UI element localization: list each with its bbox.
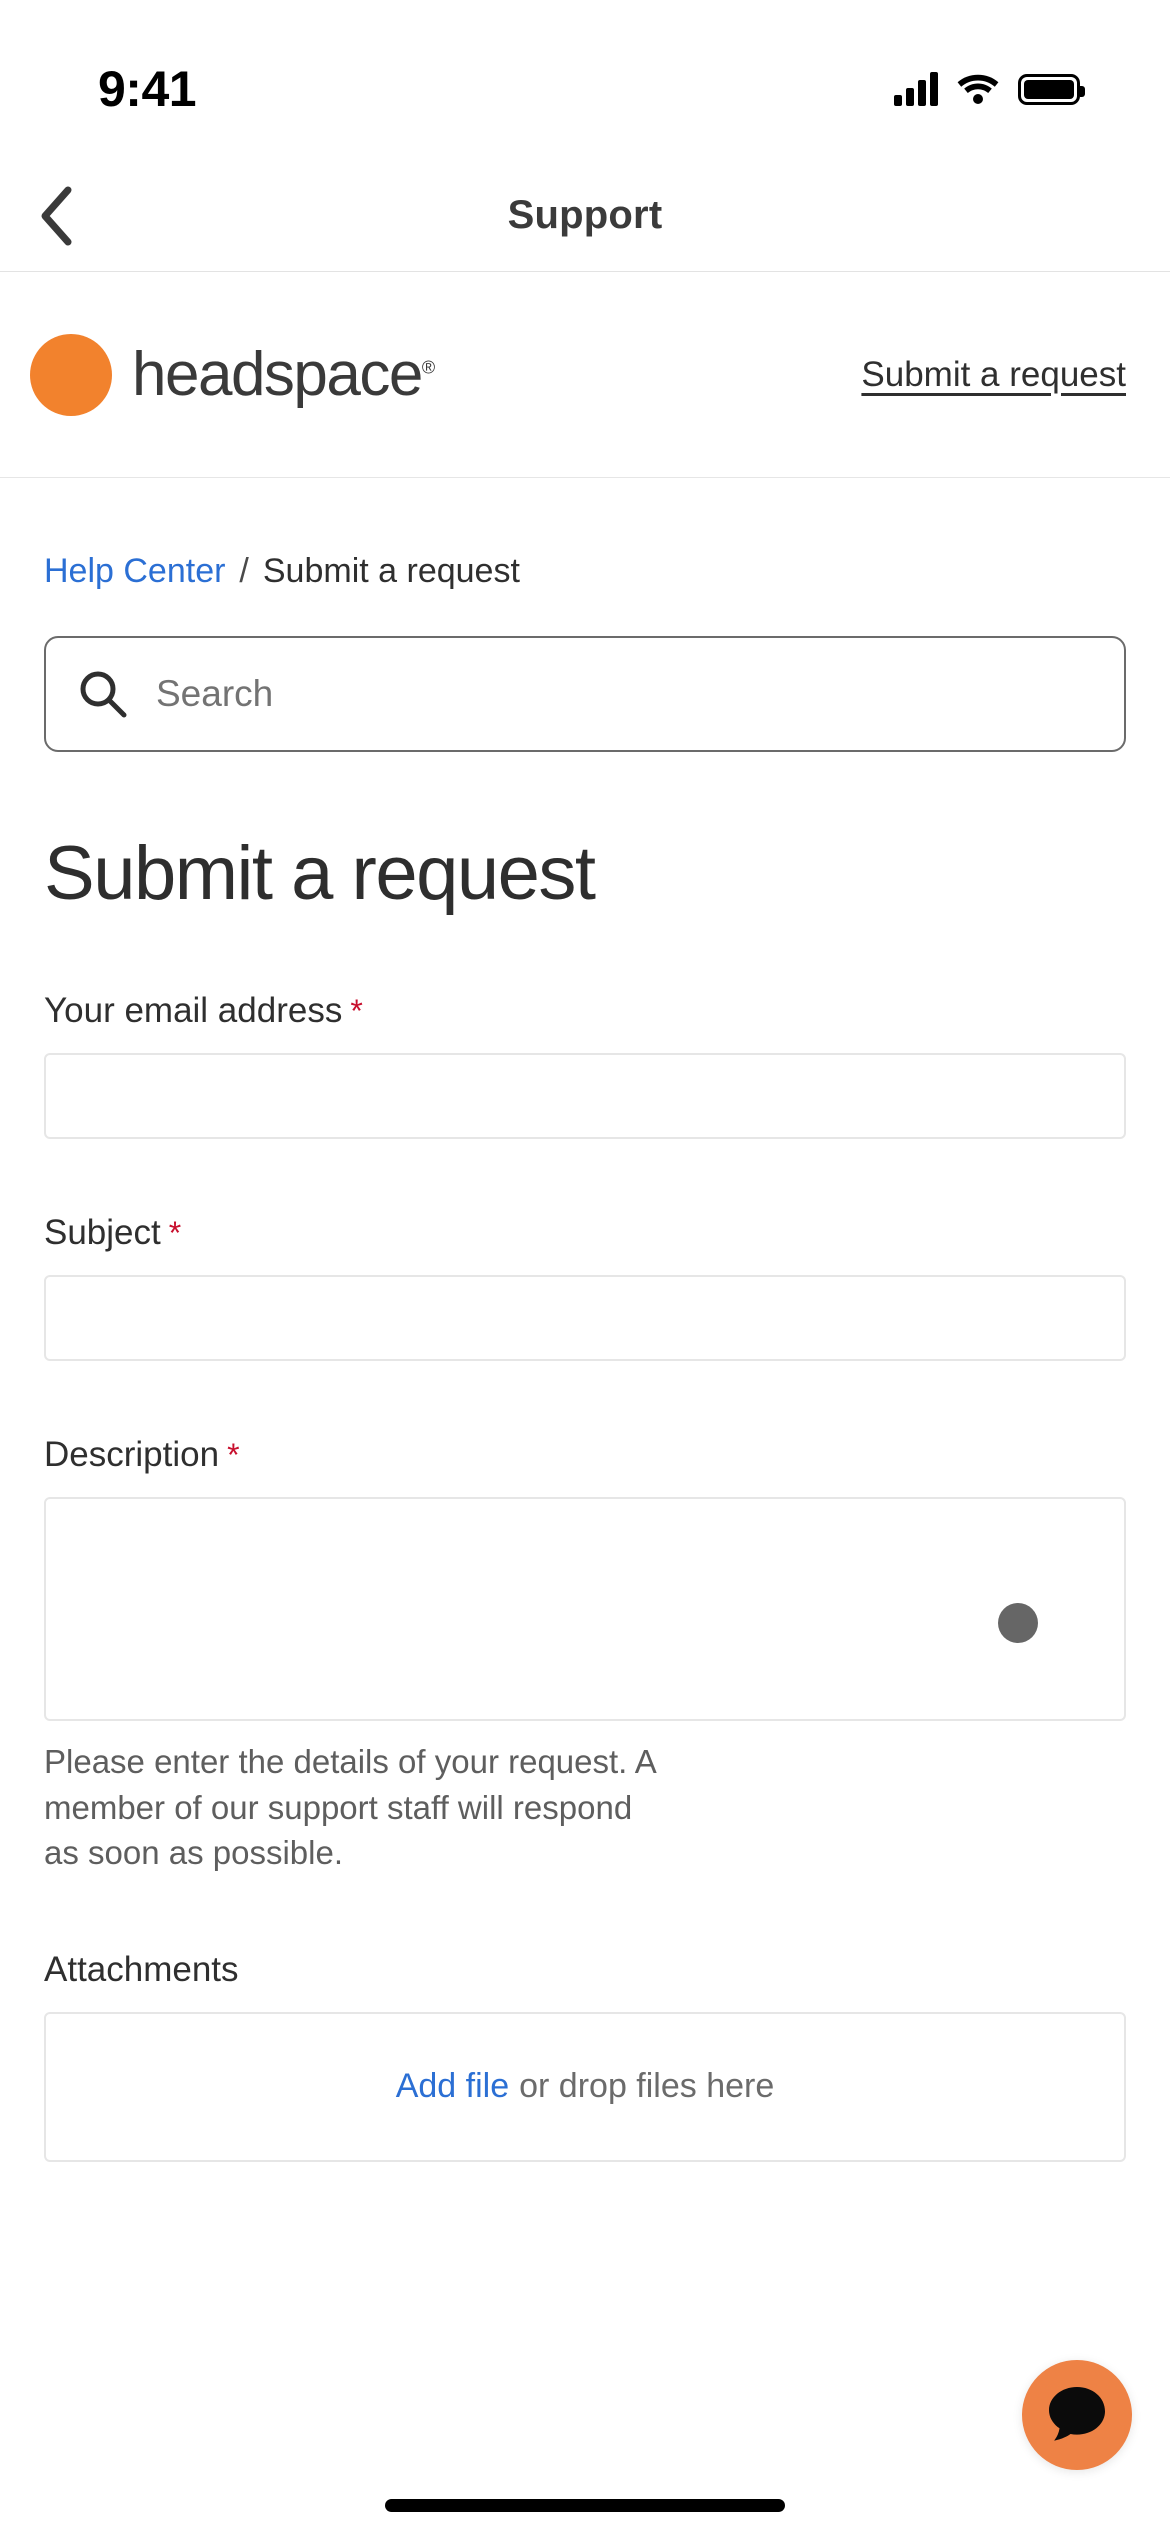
- add-file-link[interactable]: Add file: [396, 2067, 509, 2106]
- required-marker: *: [168, 1215, 182, 1251]
- status-time: 9:41: [98, 61, 197, 117]
- field-label-attachments-text: Attachments: [44, 1949, 239, 1989]
- resize-handle-icon[interactable]: [998, 1603, 1038, 1643]
- breadcrumb-separator: /: [239, 552, 249, 590]
- breadcrumb-current: Submit a request: [262, 552, 520, 590]
- field-description: Description * Please enter the details o…: [44, 1435, 1126, 1876]
- status-indicators: [894, 72, 1085, 106]
- search-input[interactable]: Search: [44, 636, 1126, 752]
- brand-wordmark-text: headspace: [132, 340, 423, 409]
- search-placeholder: Search: [156, 673, 274, 714]
- status-bar: 9:41: [0, 0, 1170, 160]
- page-title: Submit a request: [44, 831, 596, 916]
- field-attachments: Attachments Add file or drop files here: [44, 1950, 1126, 2162]
- brand-header: headspace® Submit a request: [0, 272, 1170, 478]
- brand-logo[interactable]: headspace®: [30, 333, 435, 416]
- home-indicator: [385, 2499, 785, 2512]
- email-field[interactable]: [44, 1053, 1126, 1139]
- field-label-description: Description *: [44, 1435, 1126, 1475]
- main-content: Help Center / Submit a request Search Su…: [0, 478, 1170, 2162]
- signal-bars-icon: [894, 72, 938, 106]
- chat-widget-button[interactable]: [1022, 2360, 1132, 2470]
- field-label-subject-text: Subject: [44, 1213, 161, 1252]
- battery-icon: [1018, 73, 1085, 105]
- wifi-icon: [957, 74, 999, 104]
- required-marker: *: [227, 1437, 240, 1473]
- navigation-bar: Support: [0, 160, 1170, 272]
- drop-files-hint: or drop files here: [519, 2067, 775, 2106]
- description-helper-text: Please enter the details of your request…: [44, 1743, 655, 1872]
- headspace-logo-icon: [30, 333, 112, 416]
- back-button[interactable]: [22, 180, 94, 252]
- field-label-subject: Subject *: [44, 1213, 1126, 1253]
- field-subject: Subject *: [44, 1213, 1126, 1361]
- field-email: Your email address *: [44, 991, 1126, 1139]
- back-chevron-icon: [41, 186, 72, 245]
- subject-field[interactable]: [44, 1275, 1126, 1361]
- description-field[interactable]: [44, 1497, 1126, 1721]
- field-label-attachments: Attachments: [44, 1950, 1126, 1990]
- breadcrumb-help-center[interactable]: Help Center: [44, 552, 225, 591]
- field-label-email-text: Your email address: [44, 991, 343, 1030]
- required-marker: *: [350, 993, 363, 1029]
- submit-request-header-link[interactable]: Submit a request: [861, 355, 1126, 395]
- attachments-dropzone[interactable]: Add file or drop files here: [44, 2011, 1126, 2162]
- field-label-email: Your email address *: [44, 991, 1126, 1031]
- breadcrumb: Help Center / Submit a request: [44, 478, 1126, 591]
- field-label-description-text: Description: [44, 1435, 220, 1474]
- search-icon: [80, 671, 127, 718]
- chat-bubble-icon: [1049, 2387, 1105, 2441]
- brand-wordmark: headspace®: [132, 339, 435, 410]
- registered-mark-icon: ®: [421, 357, 435, 378]
- page-title-nav: Support: [507, 193, 663, 237]
